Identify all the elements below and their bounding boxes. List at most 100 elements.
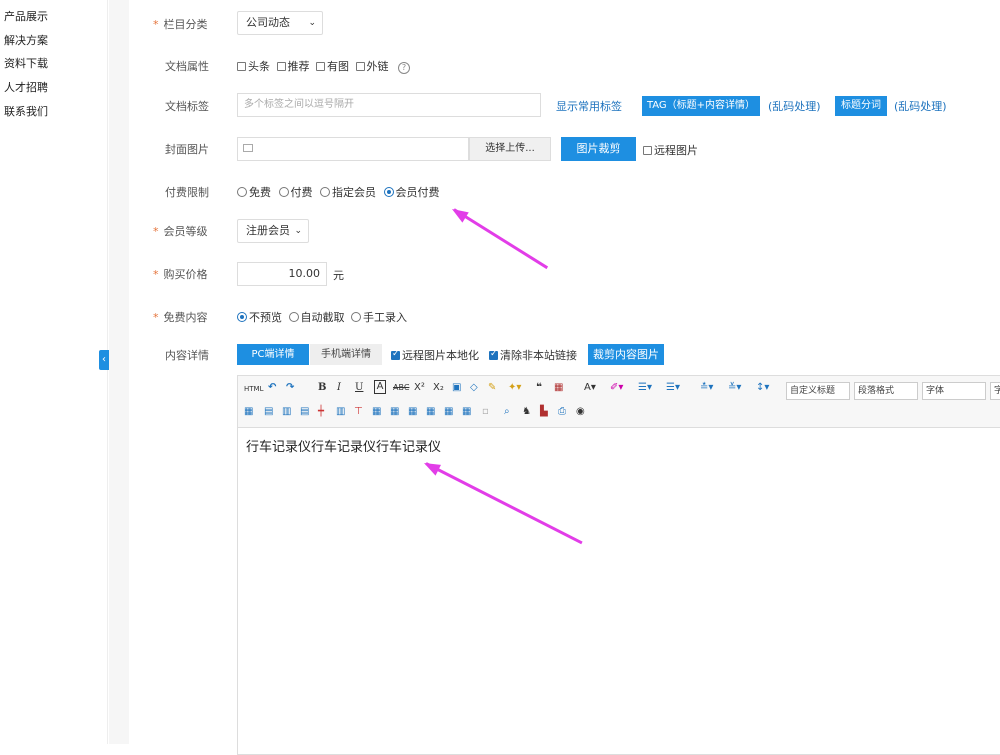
font-color-icon[interactable]: A▾ (584, 380, 596, 396)
line-height-icon[interactable]: ↕▾ (756, 380, 769, 396)
sidebar-item-careers[interactable]: 人才招聘 (4, 79, 48, 95)
editor-toolbar: HTML ↶ ↷ B I U A ABC X² X₂ ▣ ◇ ✎ ✦▾ ❝ ▦ … (238, 376, 1000, 428)
payment-free-radio[interactable]: 免费 (237, 186, 271, 199)
price-unit: 元 (333, 269, 344, 282)
search-replace-icon[interactable]: ⌕ (504, 404, 510, 420)
superscript-icon[interactable]: X² (414, 380, 425, 396)
manual-entry-radio[interactable]: 手工录入 (351, 311, 407, 324)
auto-extract-radio[interactable]: 自动截取 (288, 311, 345, 324)
sidebar-item-solutions[interactable]: 解决方案 (4, 32, 48, 48)
html-source-icon[interactable]: HTML (244, 381, 263, 397)
brush-icon[interactable]: ✎ (488, 380, 496, 396)
split-rows-icon[interactable]: ▦ (408, 404, 417, 420)
highlight-icon[interactable]: ✐▾ (610, 380, 623, 396)
price-label: * 购买价格 (153, 268, 208, 281)
member-level-select[interactable]: 注册会员 ⌄ (237, 219, 309, 243)
custom-title-select[interactable]: 自定义标题 (786, 382, 850, 400)
attr-image-checkbox[interactable]: 有图 (316, 60, 349, 73)
category-label: * 栏目分类 (153, 18, 208, 31)
attr-recommend-checkbox[interactable]: 推荐 (276, 60, 310, 73)
editor-body-text[interactable]: 行车记录仪行车记录仪行车记录仪 (246, 436, 441, 455)
print-icon[interactable]: ⎙ (558, 404, 566, 420)
merge-cells-icon[interactable]: ▦ (372, 404, 381, 420)
show-common-tags-link[interactable]: 显示常用标签 (556, 98, 622, 114)
payment-member-paid-radio[interactable]: 会员付费 (383, 186, 440, 199)
insert-col-icon[interactable]: ▥ (282, 404, 291, 420)
table-icon[interactable]: ▦ (244, 404, 253, 420)
preview-icon[interactable]: ◉ (576, 404, 585, 420)
annotation-arrow-1 (453, 208, 549, 270)
table-props-icon[interactable]: ▦ (444, 404, 453, 420)
cover-input[interactable] (237, 137, 469, 161)
localize-remote-images-checkbox[interactable]: 远程图片本地化 (391, 347, 479, 363)
chevron-down-icon: ⌄ (308, 18, 316, 28)
magic-icon[interactable]: ✦▾ (508, 380, 521, 396)
strikethrough-icon[interactable]: ABC (393, 380, 409, 396)
free-content-label: * 免费内容 (153, 311, 208, 324)
eraser-icon[interactable]: ◇ (470, 380, 478, 396)
remote-image-checkbox[interactable]: 远程图片 (643, 142, 698, 158)
payment-paid-radio[interactable]: 付费 (278, 186, 313, 199)
split-cells-icon[interactable]: ▦ (390, 404, 399, 420)
row-spacing-top-icon[interactable]: ≛▾ (700, 380, 713, 396)
payment-options: 免费 付费 指定会员 会员付费 (237, 184, 440, 200)
undo-icon[interactable]: ↶ (268, 380, 276, 396)
subscript-icon[interactable]: X₂ (433, 380, 444, 396)
format-icon[interactable]: ▣ (452, 380, 461, 396)
sidebar-item-contact[interactable]: 联系我们 (4, 103, 48, 119)
chart-icon[interactable]: ▫ (482, 404, 489, 420)
cell-props-icon[interactable]: ▦ (462, 404, 471, 420)
annotation-arrowhead-1 (448, 203, 469, 223)
tab-mobile-detail[interactable]: 手机端详情 (310, 344, 382, 365)
member-level-label: * 会员等级 (153, 225, 208, 238)
sidebar: 产品展示 解决方案 资料下载 人才招聘 联系我们 (0, 0, 108, 744)
garbled-fix-link-2[interactable]: (乱码处理) (894, 98, 947, 114)
title-segment-button[interactable]: 标题分词 (835, 96, 887, 116)
crop-content-images-button[interactable]: 裁剪内容图片 (588, 344, 664, 365)
upload-button[interactable]: 选择上传... (469, 137, 551, 161)
font-border-icon[interactable]: A (374, 380, 386, 394)
crop-image-button[interactable]: 图片裁剪 (561, 137, 636, 161)
merge-down-icon[interactable]: ⊤ (354, 404, 363, 420)
redo-icon[interactable]: ↷ (286, 380, 294, 396)
garbled-fix-link-1[interactable]: (乱码处理) (768, 98, 821, 114)
merge-right-icon[interactable]: ▥ (336, 404, 345, 420)
sidebar-item-downloads[interactable]: 资料下载 (4, 55, 48, 71)
paragraph-format-select[interactable]: 段落格式 (854, 382, 918, 400)
payment-member-radio[interactable]: 指定会员 (320, 186, 376, 199)
tab-pc-detail[interactable]: PC端详情 (237, 344, 309, 365)
italic-icon[interactable]: I (337, 380, 341, 396)
unordered-list-icon[interactable]: ☰▾ (666, 380, 680, 396)
binoculars-icon[interactable]: ♞ (522, 404, 531, 420)
attributes-options: 头条 推荐 有图 外链 ? (237, 58, 410, 74)
no-preview-radio[interactable]: 不预览 (237, 311, 282, 324)
insert-row-icon[interactable]: ▤ (264, 404, 273, 420)
font-size-select[interactable]: 字 (990, 382, 1000, 400)
row-spacing-bottom-icon[interactable]: ≚▾ (728, 380, 741, 396)
category-select[interactable]: 公司动态 ⌄ (237, 11, 323, 35)
collapse-sidebar-icon[interactable]: ‹ (99, 350, 109, 370)
paste-text-icon[interactable]: ▦ (554, 380, 563, 396)
price-input[interactable]: 10.00 (237, 262, 327, 286)
split-cols-icon[interactable]: ▦ (426, 404, 435, 420)
main-form: * 栏目分类 公司动态 ⌄ 文档属性 头条 推荐 有图 外链 ? 文档标签 多个标签… (129, 0, 1000, 755)
tags-input[interactable]: 多个标签之间以逗号隔开 (237, 93, 541, 117)
tag-extract-button[interactable]: TAG（标题+内容详情） (642, 96, 760, 116)
page-break-icon[interactable]: ▙ (540, 404, 548, 420)
free-content-options: 不预览 自动截取 手工录入 (237, 309, 407, 325)
remove-external-links-checkbox[interactable]: 清除非本站链接 (489, 347, 577, 363)
delete-row-icon[interactable]: ▤ (300, 404, 309, 420)
underline-icon[interactable]: U (355, 380, 363, 396)
sidebar-item-products[interactable]: 产品展示 (4, 8, 48, 24)
rich-text-editor[interactable]: HTML ↶ ↷ B I U A ABC X² X₂ ▣ ◇ ✎ ✦▾ ❝ ▦ … (237, 375, 1000, 755)
quote-icon[interactable]: ❝ (536, 380, 542, 396)
delete-col-icon[interactable]: ┿ (318, 404, 324, 420)
attr-external-checkbox[interactable]: 外链 (355, 60, 389, 73)
ordered-list-icon[interactable]: ☰▾ (638, 380, 652, 396)
image-icon (243, 144, 253, 152)
bold-icon[interactable]: B (318, 380, 326, 396)
help-icon[interactable]: ? (398, 62, 410, 74)
attr-headline-checkbox[interactable]: 头条 (237, 60, 270, 73)
font-family-select[interactable]: 字体 (922, 382, 986, 400)
chevron-down-icon: ⌄ (294, 226, 302, 236)
